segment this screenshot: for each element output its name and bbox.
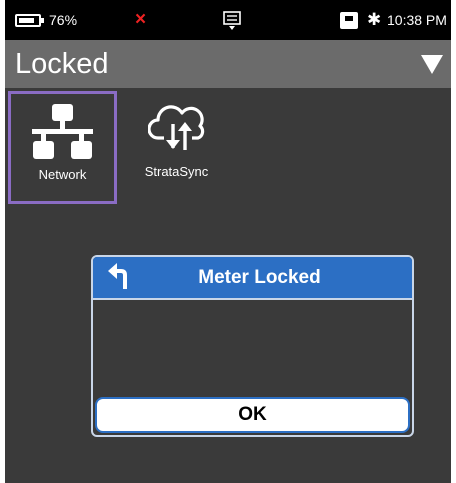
battery-percentage: 76% [49, 12, 78, 28]
app-label-stratasync: StrataSync [144, 164, 209, 179]
battery-icon [15, 14, 44, 27]
status-bar: 76% × ✱ 10:38 PM [5, 0, 451, 40]
error-icon: × [135, 9, 147, 30]
device-screen: 76% × ✱ 10:38 PM Locked Network StrataSy… [5, 0, 451, 483]
app-network[interactable]: Network [8, 91, 117, 204]
title-bar[interactable]: Locked [5, 40, 451, 88]
dialog-header: Meter Locked [93, 257, 412, 300]
meter-locked-dialog: Meter Locked OK [91, 255, 414, 437]
network-icon [32, 104, 93, 159]
message-icon [223, 11, 241, 30]
dropdown-arrow-icon[interactable] [421, 55, 443, 74]
cloud-sync-icon [148, 105, 205, 150]
storage-icon [340, 12, 358, 29]
dialog-title: Meter Locked [198, 267, 321, 288]
ok-button[interactable]: OK [95, 397, 410, 433]
bluetooth-icon: ✱ [367, 10, 382, 29]
app-stratasync[interactable]: StrataSync [123, 94, 230, 201]
page-title: Locked [15, 48, 109, 80]
dialog-body [93, 300, 412, 396]
clock-time: 10:38 PM [387, 12, 447, 28]
app-label-network: Network [38, 167, 87, 182]
